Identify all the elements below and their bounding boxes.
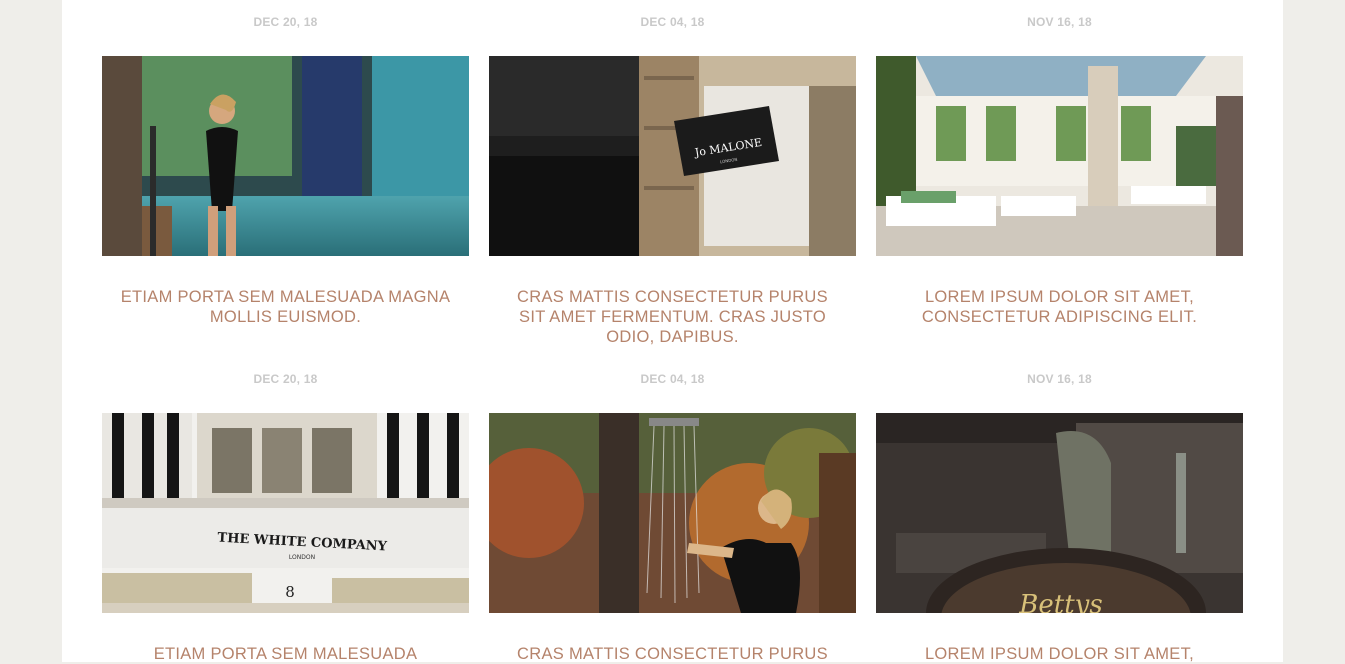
post-title[interactable]: ETIAM PORTA SEM MALESUADA MAGNA MOLLIS E… (120, 287, 451, 327)
post-title[interactable]: ETIAM PORTA SEM MALESUADA (120, 644, 451, 664)
storefront-photo: THE WHITE COMPANY LONDON 8 (102, 413, 469, 613)
bettys-photo: Bettys (876, 413, 1243, 613)
post-image-white-company[interactable]: THE WHITE COMPANY LONDON 8 (102, 413, 469, 613)
bettys-logo-text: Bettys (1018, 590, 1102, 613)
door-number: 8 (285, 583, 295, 601)
post-image-jo-malone[interactable]: Jo MALONE LONDON (489, 56, 856, 256)
post-title[interactable]: CRAS MATTIS CONSECTETUR PURUS (507, 644, 838, 664)
post-title[interactable]: CRAS MATTIS CONSECTETUR PURUS SIT AMET F… (507, 287, 838, 347)
store-sign-sub: LONDON (289, 554, 315, 561)
blog-grid: DEC 20, 18 ETIAM PORTA SEM MALESUADA MAG… (62, 0, 1283, 664)
post-date: DEC 20, 18 (253, 15, 318, 29)
pool-photo (102, 56, 469, 256)
conservatory-photo (876, 56, 1243, 256)
post-date: DEC 04, 18 (640, 15, 705, 29)
post-title[interactable]: LOREM IPSUM DOLOR SIT AMET, (894, 644, 1225, 664)
post-image-outdoor-shower[interactable] (489, 413, 856, 613)
post-date: NOV 16, 18 (1027, 372, 1092, 386)
post-date: DEC 04, 18 (640, 372, 705, 386)
post-image-bettys[interactable]: Bettys (876, 413, 1243, 613)
shower-photo (489, 413, 856, 613)
post-date: DEC 20, 18 (253, 372, 318, 386)
post-title[interactable]: LOREM IPSUM DOLOR SIT AMET, CONSECTETUR … (894, 287, 1225, 327)
shop-sign-photo: Jo MALONE LONDON (489, 56, 856, 256)
post-image-conservatory[interactable] (876, 56, 1243, 256)
post-image-pool[interactable] (102, 56, 469, 256)
post-date: NOV 16, 18 (1027, 15, 1092, 29)
